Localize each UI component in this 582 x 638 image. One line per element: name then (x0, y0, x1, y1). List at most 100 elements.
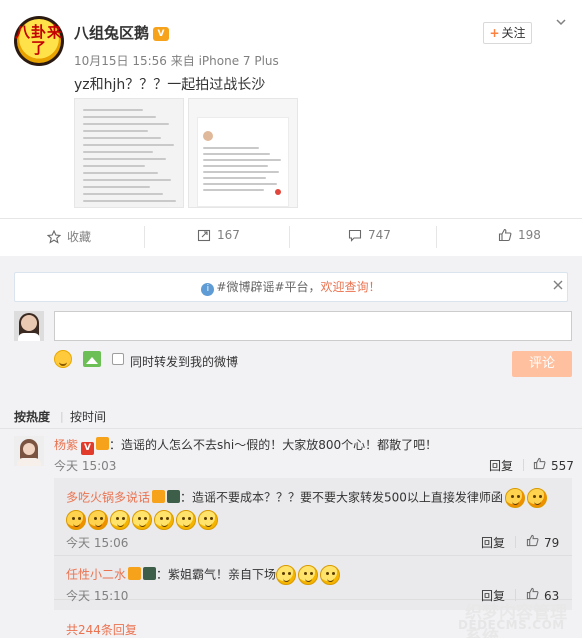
repost-count: 167 (217, 228, 240, 242)
image-avatar (203, 131, 213, 141)
thinking-emoji-icon (276, 565, 297, 585)
commenter-name[interactable]: 多吃火锅多说话 (66, 491, 150, 505)
thinking-emoji-icon (176, 510, 196, 530)
image-text-line (203, 189, 264, 191)
member-icon (143, 566, 157, 580)
comment-text: ：紫姐霸气！亲自下场 (156, 567, 277, 582)
repost-checkbox-label[interactable]: 同时转发到我的微博 (130, 353, 238, 370)
reply-button[interactable]: 回复 (489, 457, 513, 474)
submit-comment-button[interactable]: 评论 (512, 351, 572, 377)
rumor-notice[interactable]: i #微博辟谣#平台，欢迎查询！ (14, 272, 568, 302)
sort-separator: | (60, 410, 64, 423)
favorite-button[interactable]: 收藏 (46, 228, 92, 245)
thinking-emoji-icon (110, 510, 130, 530)
image-text-line (83, 116, 156, 118)
image-text-line (203, 147, 259, 149)
sort-by-time[interactable]: 按时间 (70, 408, 106, 425)
reply-button[interactable]: 回复 (481, 534, 505, 551)
divider (0, 218, 582, 219)
comment-button[interactable]: 747 (348, 228, 391, 242)
repost-checkbox[interactable] (112, 353, 124, 365)
sort-by-hot[interactable]: 按热度 (14, 408, 50, 425)
thumbs-up-icon (526, 534, 539, 551)
image-text-line (83, 193, 163, 195)
separator (436, 226, 437, 248)
image-text-line (83, 109, 143, 111)
image-text-line (83, 200, 176, 202)
angry-emoji-icon (66, 510, 86, 530)
image-text-line (83, 137, 161, 139)
image-text-line (83, 172, 158, 174)
my-avatar (14, 311, 44, 341)
post-text: yz和hjh？？？一起拍过战长沙 (74, 77, 266, 93)
sub-comment-time: 今天 15:06 (66, 536, 129, 550)
post-image-2[interactable] (188, 98, 298, 208)
comment-input[interactable] (54, 311, 572, 341)
image-text-line (83, 165, 145, 167)
favorite-label: 收藏 (67, 230, 92, 244)
emoji-row (66, 510, 220, 530)
heart-icon (275, 189, 281, 195)
comment-text: ：造谣的人怎么不去shi～假的！大家放800个心！都散了吧！ (109, 438, 438, 452)
image-text-line (203, 159, 281, 161)
angry-emoji-icon (88, 510, 108, 530)
angry-emoji-icon (504, 488, 525, 508)
author-name-text: 八组兔区鹅 (74, 24, 150, 42)
image-text-line (203, 171, 279, 173)
post-meta: 10月15日 15:56 来自 iPhone 7 Plus (74, 54, 279, 68)
sub-comment-time: 今天 15:10 (66, 589, 129, 603)
comment-time: 今天 15:03 (54, 459, 117, 473)
vip-icon (128, 566, 142, 580)
image-text-line (83, 179, 171, 181)
chevron-down-icon[interactable] (553, 16, 569, 32)
image-text-line (203, 153, 270, 155)
separator (523, 459, 524, 471)
vip-icon (152, 489, 166, 503)
image-text-line (83, 123, 169, 125)
post-image-1[interactable] (74, 98, 184, 208)
separator (515, 536, 516, 548)
sub-comment-like-count: 79 (544, 535, 560, 550)
vip-icon (96, 437, 110, 450)
commenter-name[interactable]: 杨紫 (54, 438, 78, 452)
verified-icon: V (81, 442, 95, 455)
image-text-line (203, 177, 266, 179)
close-icon[interactable] (553, 279, 563, 294)
sub-comment-body: 任性小二水 ：紫姐霸气！亲自下场 (66, 565, 342, 585)
thinking-emoji-icon (320, 565, 341, 585)
image-text-line (83, 144, 174, 146)
star-icon (46, 229, 62, 244)
like-count: 198 (518, 228, 541, 242)
follow-button[interactable]: + 关注 (483, 22, 532, 44)
thinking-emoji-icon (298, 565, 319, 585)
angry-emoji-icon (526, 488, 547, 508)
comment-count: 747 (368, 228, 391, 242)
comment-like-button[interactable]: 557 (533, 457, 574, 474)
notice-text: #微博辟谣#平台， (216, 280, 321, 294)
repost-button[interactable]: 167 (197, 228, 240, 242)
member-icon (167, 489, 181, 503)
thumbs-up-icon (498, 228, 512, 242)
image-text-line (83, 130, 148, 132)
image-text-line (83, 158, 166, 160)
comment-like-count: 557 (551, 458, 574, 473)
view-all-replies-link[interactable]: 共244条回复 (66, 621, 137, 638)
author-avatar[interactable]: 八卦来了 (14, 16, 64, 66)
image-text-line (83, 151, 153, 153)
emoji-icon[interactable] (54, 350, 72, 368)
notice-link[interactable]: 欢迎查询！ (321, 280, 381, 294)
commenter-name[interactable]: 任性小二水 (66, 568, 126, 582)
repost-icon (197, 228, 211, 242)
separator (144, 226, 145, 248)
comment-icon (348, 228, 362, 242)
sub-comment-like-button[interactable]: 79 (526, 534, 559, 551)
commenter-avatar[interactable] (14, 436, 44, 466)
separator (289, 226, 290, 248)
watermark-subtitle: DEDECMS.COM (458, 618, 565, 632)
like-button[interactable]: 198 (498, 228, 541, 242)
author-name[interactable]: 八组兔区鹅 V (74, 22, 170, 43)
image-upload-icon[interactable] (83, 351, 101, 367)
vip-badge-icon: V (153, 27, 170, 41)
comment-body: 杨紫 V ：造谣的人怎么不去shi～假的！大家放800个心！都散了吧！ (54, 436, 437, 455)
thinking-emoji-icon (198, 510, 218, 530)
